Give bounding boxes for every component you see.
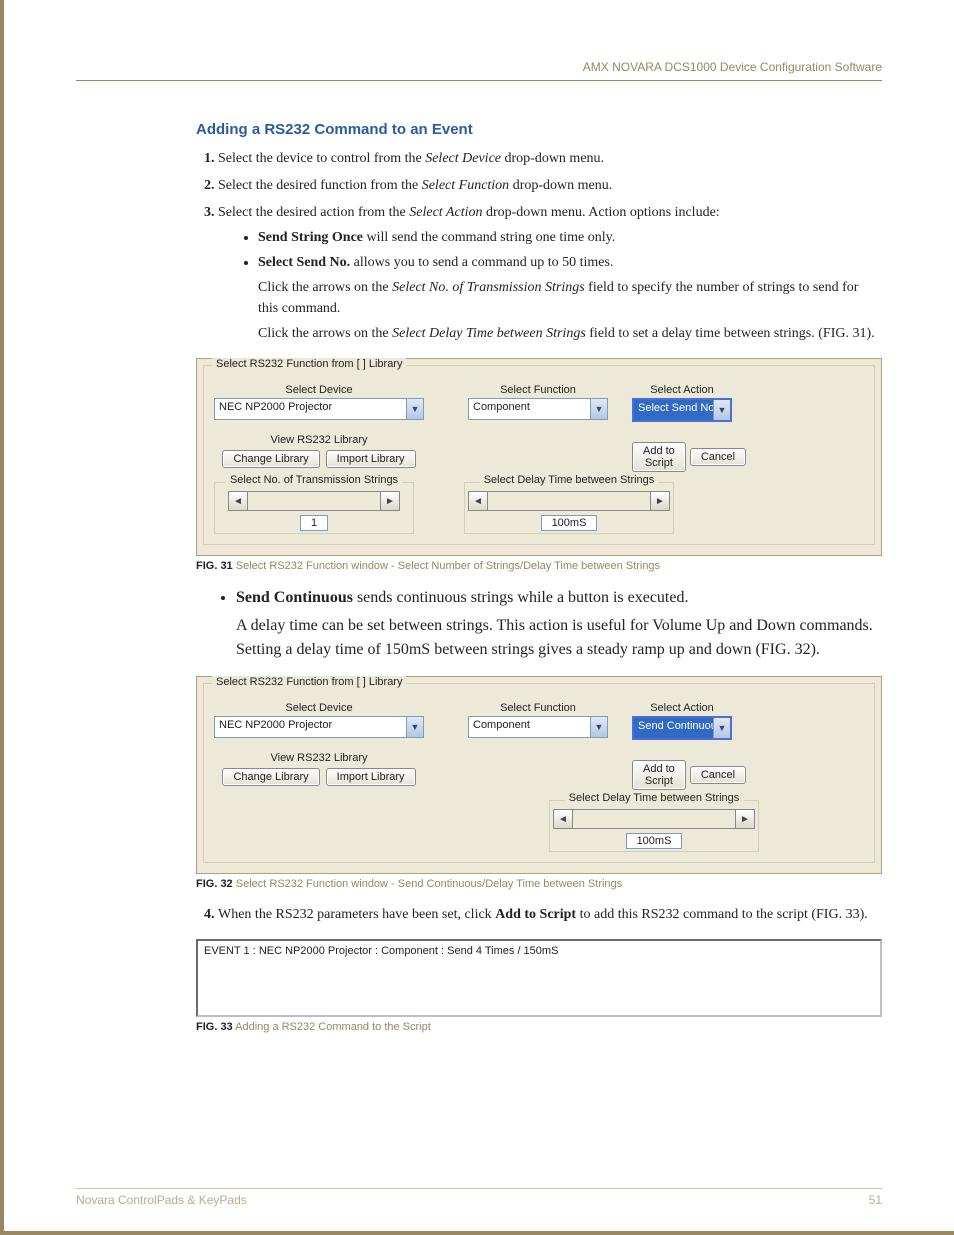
arrow-right-icon[interactable]: ► <box>650 492 669 510</box>
label-select-function: Select Function <box>468 702 608 714</box>
arrow-right-icon[interactable]: ► <box>735 810 754 828</box>
section-title: Adding a RS232 Command to an Event <box>196 121 882 138</box>
chevron-down-icon: ▼ <box>406 399 423 419</box>
event-line: EVENT 1 : NEC NP2000 Projector : Compone… <box>204 945 874 957</box>
label-select-action: Select Action <box>632 384 732 396</box>
transmission-strings-label: Select No. of Transmission Strings <box>226 474 402 486</box>
label-select-device: Select Device <box>214 384 424 396</box>
import-library-button[interactable]: Import Library <box>326 450 416 468</box>
footer-left: Novara ControlPads & KeyPads <box>76 1193 247 1207</box>
select-device-combo[interactable]: NEC NP2000 Projector ▼ <box>214 716 424 738</box>
step-2: Select the desired function from the Sel… <box>218 175 882 196</box>
transmission-strings-spinner[interactable]: ◄ ► <box>228 491 400 511</box>
step-3: Select the desired action from the Selec… <box>218 202 882 344</box>
delay-time-label: Select Delay Time between Strings <box>480 474 659 486</box>
figure-33-event-list: EVENT 1 : NEC NP2000 Projector : Compone… <box>196 939 882 1017</box>
transmission-strings-value: 1 <box>300 515 328 531</box>
add-to-script-button[interactable]: Add to Script <box>632 442 686 472</box>
select-function-combo[interactable]: Component ▼ <box>468 716 608 738</box>
select-action-combo[interactable]: Send Continuous ▼ <box>632 716 732 740</box>
view-rs232-library-label: View RS232 Library <box>214 434 424 446</box>
select-device-combo[interactable]: NEC NP2000 Projector ▼ <box>214 398 424 420</box>
figure-33-caption: FIG. 33 Adding a RS232 Command to the Sc… <box>196 1021 882 1033</box>
change-library-button[interactable]: Change Library <box>222 450 319 468</box>
running-header: AMX NOVARA DCS1000 Device Configuration … <box>76 60 882 81</box>
step-4: When the RS232 parameters have been set,… <box>218 904 882 925</box>
change-library-button[interactable]: Change Library <box>222 768 319 786</box>
figure-32-caption: FIG. 32 Select RS232 Function window - S… <box>196 878 882 890</box>
cancel-button[interactable]: Cancel <box>690 448 746 466</box>
bullet-select-send-no: Select Send No. allows you to send a com… <box>258 252 882 344</box>
label-select-action: Select Action <box>632 702 732 714</box>
chevron-down-icon: ▼ <box>406 717 423 737</box>
delay-time-spinner[interactable]: ◄ ► <box>553 809 755 829</box>
arrow-left-icon[interactable]: ◄ <box>469 492 488 510</box>
import-library-button[interactable]: Import Library <box>326 768 416 786</box>
page-number: 51 <box>869 1193 882 1207</box>
chevron-down-icon: ▼ <box>713 400 730 420</box>
select-action-combo[interactable]: Select Send No. ▼ <box>632 398 732 422</box>
delay-time-value: 100mS <box>626 833 683 849</box>
arrow-right-icon[interactable]: ► <box>380 492 399 510</box>
bullet-send-continuous: Send Continuous sends continuous strings… <box>236 586 882 662</box>
figure-31-caption: FIG. 31 Select RS232 Function window - S… <box>196 560 882 572</box>
label-select-device: Select Device <box>214 702 424 714</box>
add-to-script-button[interactable]: Add to Script <box>632 760 686 790</box>
chevron-down-icon: ▼ <box>590 717 607 737</box>
chevron-down-icon: ▼ <box>590 399 607 419</box>
delay-time-spinner[interactable]: ◄ ► <box>468 491 670 511</box>
view-rs232-library-label: View RS232 Library <box>214 752 424 764</box>
step-1: Select the device to control from the Se… <box>218 148 882 169</box>
label-select-function: Select Function <box>468 384 608 396</box>
arrow-left-icon[interactable]: ◄ <box>554 810 573 828</box>
delay-time-value: 100mS <box>541 515 598 531</box>
figure-31: Select RS232 Function from [ ] Library S… <box>196 358 882 556</box>
figure-32: Select RS232 Function from [ ] Library S… <box>196 676 882 874</box>
arrow-left-icon[interactable]: ◄ <box>229 492 248 510</box>
bullet-send-string-once: Send String Once will send the command s… <box>258 227 882 248</box>
cancel-button[interactable]: Cancel <box>690 766 746 784</box>
chevron-down-icon: ▼ <box>713 718 730 738</box>
delay-time-label: Select Delay Time between Strings <box>565 792 744 804</box>
groupbox-title: Select RS232 Function from [ ] Library <box>212 676 406 688</box>
select-function-combo[interactable]: Component ▼ <box>468 398 608 420</box>
groupbox-title: Select RS232 Function from [ ] Library <box>212 358 406 370</box>
